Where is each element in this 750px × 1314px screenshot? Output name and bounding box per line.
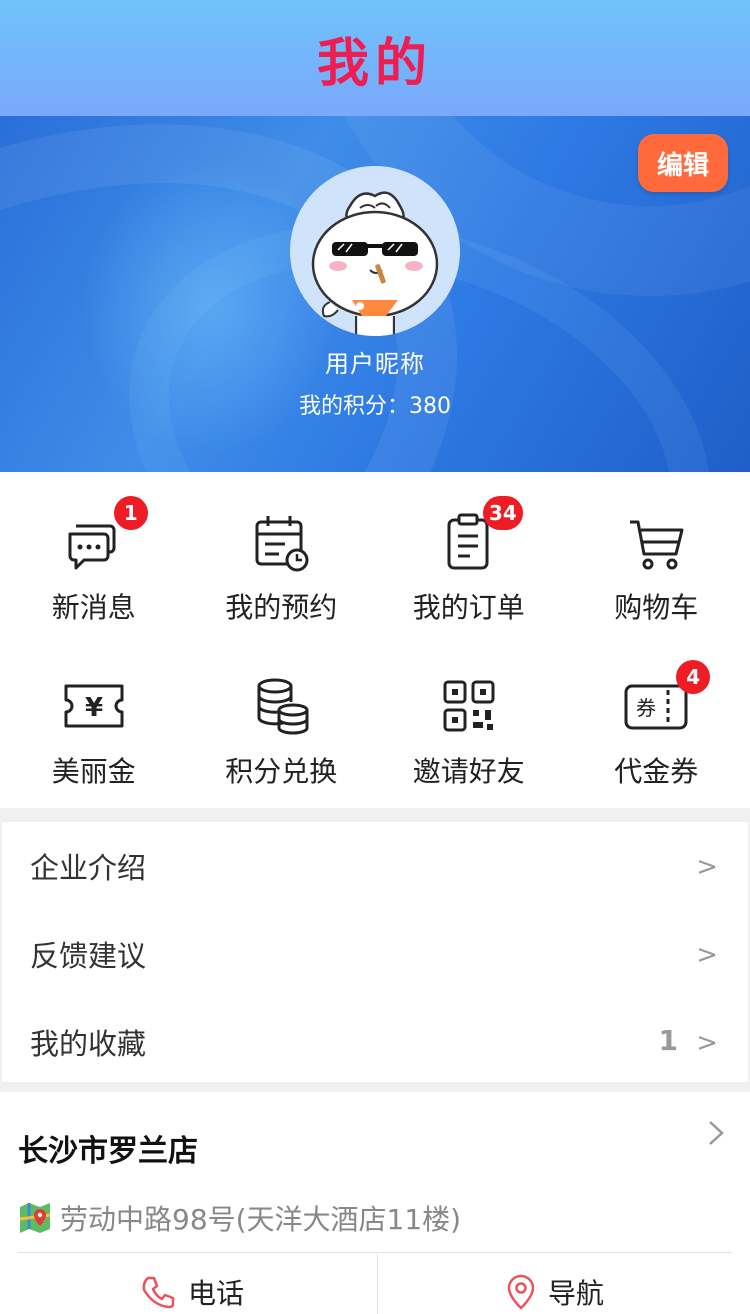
user-points: 我的积分：380 [299, 394, 451, 419]
grid-item-cart[interactable]: 购物车 [563, 472, 750, 640]
grid-item-messages[interactable]: 1 新消息 [0, 472, 188, 640]
svg-text:¥: ¥ [85, 693, 103, 723]
shortcut-grid: 1 新消息 我的预约 34 我的订单 购物车 ¥ 美丽金 积分兑换 邀请好友 券… [0, 472, 750, 808]
favorites-count: 1 [658, 1024, 678, 1057]
grid-item-label: 购物车 [614, 591, 699, 624]
coupon-badge: 4 [676, 660, 711, 694]
call-label: 电话 [188, 1277, 245, 1310]
call-button[interactable]: 电话 [140, 1272, 244, 1312]
grid-item-points-exchange[interactable]: 积分兑换 [188, 640, 376, 808]
menu-item-company-intro[interactable]: 企业介绍 > [2, 822, 748, 910]
grid-item-label: 美丽金 [51, 755, 136, 788]
cart-icon [630, 520, 684, 570]
menu-item-label: 反馈建议 [30, 939, 147, 973]
qrcode-icon [443, 680, 495, 732]
orders-badge: 34 [482, 496, 523, 530]
menu-item-favorites[interactable]: 我的收藏 1 > [2, 998, 748, 1086]
navigate-button[interactable]: 导航 [506, 1272, 604, 1312]
top-title-bar: 我的 [0, 0, 750, 116]
profile-banner: 编辑 用户昵称 我的积分：380 [0, 116, 750, 472]
store-card: 长沙市罗兰店 劳动中路98号(天洋大酒店11楼) 电话 导航 [0, 1092, 750, 1314]
navigate-label: 导航 [548, 1277, 605, 1310]
grid-item-invite-friends[interactable]: 邀请好友 [375, 640, 563, 808]
message-badge: 1 [113, 496, 148, 530]
coins-icon [257, 678, 309, 735]
grid-item-beauty-gold[interactable]: ¥ 美丽金 [0, 640, 188, 808]
store-name[interactable]: 长沙市罗兰店 [18, 1126, 198, 1170]
chevron-right-icon[interactable] [706, 1118, 726, 1152]
divider [18, 1252, 732, 1253]
divider [377, 1254, 378, 1314]
user-nickname[interactable]: 用户昵称 [0, 344, 750, 379]
grid-item-label: 代金券 [614, 755, 699, 788]
map-icon [19, 1203, 51, 1233]
avatar[interactable] [290, 166, 460, 336]
page-title: 我的 [316, 33, 433, 94]
yen-ticket-icon: ¥ [64, 684, 124, 728]
grid-item-label: 我的订单 [412, 591, 525, 624]
menu-item-label: 企业介绍 [30, 851, 147, 885]
bun-mascot-avatar-icon [290, 166, 460, 336]
chevron-right-icon: > [696, 852, 718, 882]
grid-item-label: 新消息 [51, 591, 136, 624]
address-text: 劳动中路98号(天洋大酒店11楼) [60, 1203, 462, 1236]
grid-item-label: 我的预约 [225, 591, 338, 624]
settings-menu: 企业介绍 > 反馈建议 > 我的收藏 1 > [2, 822, 748, 1082]
grid-item-coupons[interactable]: 券 4 代金券 [563, 640, 750, 808]
phone-icon [142, 1276, 175, 1309]
chevron-right-icon: > [696, 1028, 718, 1058]
grid-item-appointments[interactable]: 我的预约 [188, 472, 376, 640]
menu-item-label: 我的收藏 [30, 1027, 147, 1061]
location-pin-icon [507, 1274, 535, 1310]
svg-text:券: 券 [636, 696, 656, 720]
edit-profile-button[interactable]: 编辑 [638, 134, 728, 192]
store-address[interactable]: 劳动中路98号(天洋大酒店11楼) [18, 1198, 461, 1238]
grid-item-label: 积分兑换 [225, 755, 338, 788]
menu-item-feedback[interactable]: 反馈建议 > [2, 910, 748, 998]
calendar-icon [255, 516, 309, 572]
grid-item-orders[interactable]: 34 我的订单 [375, 472, 563, 640]
grid-item-label: 邀请好友 [412, 755, 525, 788]
chevron-right-icon: > [696, 940, 718, 970]
